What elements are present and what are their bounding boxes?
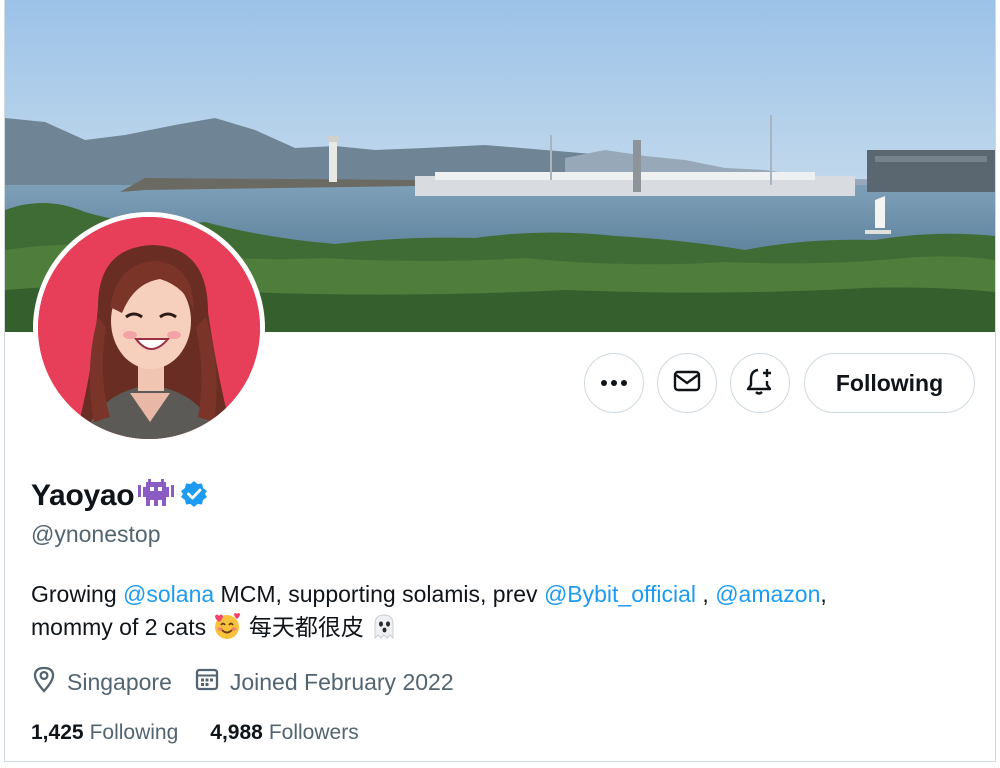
following-count-link[interactable]: 1,425 Following	[31, 721, 178, 745]
verified-badge-icon[interactable]	[180, 480, 208, 513]
profile-avatar[interactable]	[33, 212, 265, 444]
bio-text: 每天都很皮	[242, 614, 371, 640]
bio-text: ,	[696, 581, 716, 607]
mention-link-amazon[interactable]: @amazon	[715, 581, 820, 607]
profile-bio: Growing @solana MCM, supporting solamis,…	[31, 578, 971, 649]
following-label: Following	[89, 721, 179, 744]
followers-count: 4,988	[210, 721, 263, 744]
smiling-face-with-hearts-icon	[212, 612, 242, 649]
notifications-button[interactable]	[730, 353, 790, 413]
profile-name-row: Yaoyao	[31, 474, 208, 518]
more-options-button[interactable]	[584, 353, 644, 413]
bio-text: MCM, supporting solamis, prev	[214, 581, 544, 607]
bio-text: Growing	[31, 581, 124, 607]
mention-link-solana[interactable]: @solana	[123, 581, 214, 607]
bell-plus-icon	[745, 366, 775, 401]
joined-date-text: Joined February 2022	[229, 668, 454, 695]
bio-text: mommy of 2 cats	[31, 614, 213, 640]
bio-text: ,	[820, 581, 827, 607]
more-options-icon	[600, 374, 628, 392]
location-item: Singapore	[31, 665, 172, 699]
joined-item: Joined February 2022	[194, 666, 454, 698]
profile-handle: @ynonestop	[31, 521, 161, 547]
envelope-icon	[673, 369, 701, 398]
message-button[interactable]	[657, 353, 717, 413]
location-text: Singapore	[67, 668, 172, 695]
location-pin-icon	[31, 665, 67, 699]
calendar-icon	[194, 666, 230, 698]
following-count: 1,425	[31, 721, 84, 744]
following-button[interactable]: Following	[804, 353, 975, 413]
profile-stats: 1,425 Following 4,988 Followers	[31, 718, 391, 748]
followers-count-link[interactable]: 4,988 Followers	[210, 721, 358, 745]
profile-card: Following Yaoyao @ynonestop Growing @sol…	[4, 0, 996, 762]
mention-link-bybit[interactable]: @Bybit_official	[544, 581, 696, 607]
profile-meta: Singapore Joined February 2022	[31, 664, 476, 700]
space-invader-icon	[138, 478, 175, 514]
avatar-image	[38, 217, 260, 439]
display-name: Yaoyao	[31, 479, 135, 512]
ghost-icon	[370, 612, 398, 649]
followers-label: Followers	[268, 721, 359, 744]
